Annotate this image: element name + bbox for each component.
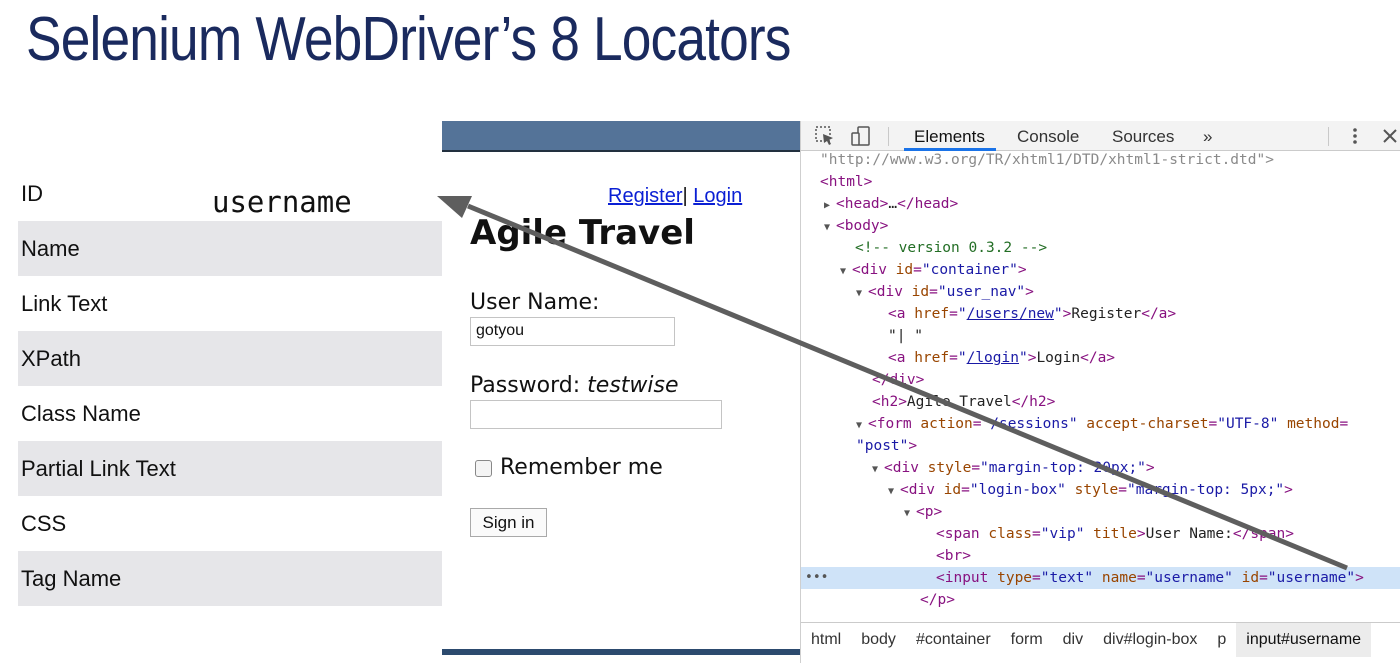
- tab-sources[interactable]: Sources: [1112, 127, 1174, 147]
- kebab-menu-icon[interactable]: [1344, 125, 1366, 147]
- login-link-text: Login: [1036, 350, 1081, 366]
- breadcrumb-login-box[interactable]: div#login-box: [1093, 623, 1207, 657]
- nav-separator: |: [682, 185, 688, 207]
- locator-partial-link-text: Partial Link Text: [18, 441, 444, 496]
- device-toolbar-icon[interactable]: [850, 125, 872, 147]
- breadcrumb-html[interactable]: html: [801, 623, 851, 657]
- collapse-arrow-icon[interactable]: ▼: [904, 503, 916, 525]
- browser-bottom-bar: [442, 649, 800, 655]
- tab-elements[interactable]: Elements: [914, 127, 985, 147]
- user-nav: Register| Login: [608, 185, 742, 208]
- login-href-link[interactable]: /login: [967, 350, 1019, 366]
- form-method-value: "post": [856, 438, 909, 454]
- collapse-arrow-icon[interactable]: ▼: [872, 459, 884, 481]
- id-locator-value: username: [212, 185, 352, 219]
- breadcrumb-form[interactable]: form: [1001, 623, 1053, 657]
- breadcrumb-container[interactable]: #container: [906, 623, 1001, 657]
- locator-css: CSS: [21, 510, 67, 536]
- dom-node-div-style[interactable]: ▼ <div style="margin-top: 20px;">: [872, 457, 1400, 479]
- dom-node-input-selected[interactable]: ••• <input type="text" name="username" i…: [801, 567, 1400, 589]
- locator-xpath: XPath: [18, 331, 444, 386]
- dom-node-h2[interactable]: <h2>Agile Travel</h2>: [872, 391, 1400, 413]
- inspect-element-icon[interactable]: [814, 125, 836, 147]
- breadcrumb-body[interactable]: body: [851, 623, 906, 657]
- span-text: User Name:: [1145, 526, 1233, 542]
- dom-tree: "http://www.w3.org/TR/xhtml1/DTD/xhtml1-…: [801, 151, 1400, 621]
- dom-close-p[interactable]: </p>: [920, 589, 1400, 611]
- login-link[interactable]: Login: [693, 185, 742, 207]
- dom-node-form[interactable]: ▼ <form action="/sessions" accept-charset…: [856, 413, 1400, 435]
- dom-node-p[interactable]: ▼ <p>: [904, 501, 1400, 523]
- locator-name: Name: [18, 221, 444, 276]
- dom-form-method[interactable]: "post">: [856, 435, 1400, 457]
- dom-node-head[interactable]: ▶ <head>…</head>: [824, 193, 1400, 215]
- dom-node-register-link[interactable]: <a href="/users/new">Register</a>: [888, 303, 1400, 325]
- dom-node-span[interactable]: <span class="vip" title>User Name:</span…: [936, 523, 1400, 545]
- toolbar-divider: [888, 127, 889, 146]
- div-style-value: "margin-top: 20px;": [980, 460, 1146, 476]
- dom-node-br[interactable]: <br>: [936, 545, 1400, 567]
- dom-node-login-box[interactable]: ▼ <div id="login-box" style="margin-top: …: [888, 479, 1400, 501]
- dom-comment[interactable]: <!-- version 0.3.2 -->: [855, 237, 1400, 259]
- dom-close-div[interactable]: </div>: [872, 369, 1400, 391]
- toolbar-divider-right: [1328, 127, 1329, 146]
- input-node-markup: <input type="text" name="username" id="u…: [936, 570, 1364, 586]
- page-heading: Agile Travel: [470, 213, 695, 253]
- breadcrumb-div[interactable]: div: [1053, 623, 1093, 657]
- input-name-value: "username": [1145, 570, 1233, 586]
- login-box-id-value: "login-box": [969, 482, 1066, 498]
- username-label: User Name:: [470, 290, 600, 315]
- register-link-text: Register: [1071, 306, 1142, 322]
- collapse-arrow-icon[interactable]: ▼: [856, 283, 868, 305]
- register-link[interactable]: Register: [608, 185, 682, 207]
- input-id-value: "username": [1267, 570, 1356, 586]
- more-actions-icon[interactable]: •••: [805, 567, 828, 589]
- sign-in-button[interactable]: Sign in: [470, 508, 547, 537]
- devtools-toolbar: Elements Console Sources »: [801, 121, 1400, 151]
- dom-node-container[interactable]: ▼ <div id="container">: [840, 259, 1400, 281]
- dom-breadcrumbs: html body #container form div div#login-…: [801, 622, 1400, 657]
- form-charset-value: "UTF-8": [1217, 416, 1279, 432]
- collapse-arrow-icon[interactable]: ▼: [856, 415, 868, 437]
- remember-label: Remember me: [500, 455, 663, 480]
- dom-node-html[interactable]: <html>: [820, 171, 1400, 193]
- collapse-arrow-icon[interactable]: ▼: [888, 481, 900, 503]
- password-hint: testwise: [587, 373, 679, 398]
- locator-link-text: Link Text: [21, 290, 108, 316]
- breadcrumb-p[interactable]: p: [1207, 623, 1236, 657]
- password-label: Password: testwise: [470, 373, 679, 398]
- remember-checkbox[interactable]: [475, 460, 492, 477]
- password-input[interactable]: [470, 400, 722, 429]
- password-label-text: Password:: [470, 373, 588, 398]
- more-tabs-icon[interactable]: »: [1203, 127, 1212, 147]
- register-href-link[interactable]: /users/new: [967, 306, 1054, 322]
- collapse-arrow-icon[interactable]: ▼: [840, 261, 852, 283]
- browser-page: Register| Login Agile Travel User Name: …: [442, 121, 800, 655]
- dom-node-body[interactable]: ▼ <body>: [824, 215, 1400, 237]
- login-box-style-value: "margin-top: 5px;": [1127, 482, 1285, 498]
- breadcrumb-input-username[interactable]: input#username: [1236, 622, 1372, 657]
- expand-arrow-icon[interactable]: ▶: [824, 195, 836, 217]
- close-icon[interactable]: [1379, 125, 1400, 147]
- tab-console[interactable]: Console: [1017, 127, 1079, 147]
- dom-node-user-nav[interactable]: ▼ <div id="user_nav">: [856, 281, 1400, 303]
- input-type-value: "text": [1040, 570, 1094, 586]
- collapse-arrow-icon[interactable]: ▼: [824, 217, 836, 239]
- locator-class-name: Class Name: [21, 400, 141, 426]
- devtools-panel: Elements Console Sources » "http://www.w…: [800, 121, 1400, 663]
- browser-header-bar: [442, 121, 800, 152]
- dom-text-separator[interactable]: "| ": [888, 325, 1400, 347]
- form-action-value: "/sessions": [981, 416, 1078, 432]
- locator-tag-name: Tag Name: [18, 551, 444, 606]
- username-input[interactable]: gotyou: [470, 317, 675, 346]
- h2-text: Agile Travel: [906, 394, 1012, 410]
- slide-title: Selenium WebDriver’s 8 Locators: [26, 5, 791, 74]
- dom-node-login-link[interactable]: <a href="/login">Login</a>: [888, 347, 1400, 369]
- span-class-value: "vip": [1040, 526, 1085, 542]
- doctype-line: "http://www.w3.org/TR/xhtml1/DTD/xhtml1-…: [820, 152, 1274, 168]
- locator-list: ID Name Link Text XPath Class Name Parti…: [18, 166, 444, 606]
